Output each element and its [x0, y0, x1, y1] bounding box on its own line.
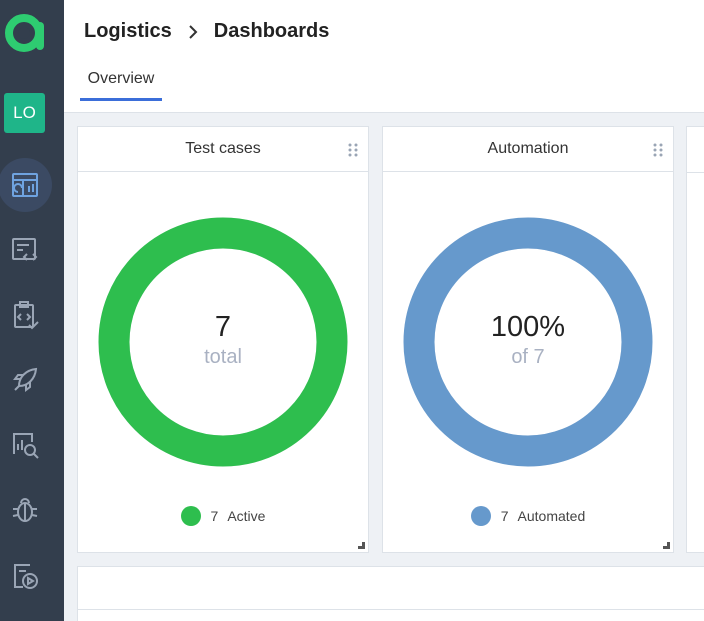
project-badge[interactable]: LO	[4, 93, 45, 133]
dashboard-icon[interactable]	[0, 158, 52, 212]
launches-rocket-icon[interactable]	[0, 353, 50, 407]
legend-count: 7	[210, 508, 219, 524]
test-plans-icon[interactable]	[0, 288, 50, 342]
center-subtitle: of 7	[511, 346, 545, 368]
widget-title: Automation	[487, 140, 569, 157]
center-value: 7	[214, 311, 232, 343]
center-value: 100%	[490, 311, 566, 343]
widget-partial	[686, 126, 704, 553]
breadcrumb-project[interactable]: Logistics	[84, 20, 172, 43]
legend-dot	[180, 506, 201, 526]
legend-label: Active	[227, 508, 266, 524]
drag-handle-icon[interactable]	[653, 143, 663, 157]
divider	[78, 609, 704, 610]
resize-handle-icon[interactable]	[663, 542, 670, 549]
page-header: Logistics Dashboards Overview	[64, 0, 704, 113]
breadcrumb: Logistics Dashboards	[84, 20, 329, 43]
legend-item[interactable]: 7 Active	[78, 506, 368, 526]
widget-title: Test cases	[185, 140, 261, 157]
widget-automation: Automation 100% of 7 7 Automated	[382, 126, 674, 553]
widget-header: Test cases	[78, 127, 368, 172]
sidebar: LO	[0, 0, 64, 621]
breadcrumb-dashboards[interactable]: Dashboards	[214, 20, 330, 43]
widget-bottom	[77, 566, 704, 621]
legend-dot	[470, 506, 491, 526]
widget-test-cases: Test cases 7 total 7 Active	[77, 126, 369, 553]
defects-bug-icon[interactable]	[0, 483, 50, 537]
app-logo-icon[interactable]	[4, 12, 46, 54]
legend-label: Automated	[517, 508, 586, 524]
center-subtitle: total	[204, 346, 242, 368]
tab-overview[interactable]: Overview	[80, 70, 162, 101]
widget-header: Automation	[383, 127, 673, 172]
resize-handle-icon[interactable]	[358, 542, 365, 549]
analytics-search-icon[interactable]	[0, 418, 50, 472]
drag-handle-icon[interactable]	[348, 143, 358, 157]
donut-center: 100% of 7	[402, 216, 654, 468]
legend-count: 7	[500, 508, 509, 524]
chevron-right-icon	[189, 24, 198, 39]
test-cases-icon[interactable]	[0, 223, 50, 277]
legend-item[interactable]: 7 Automated	[383, 506, 673, 526]
divider	[687, 172, 704, 173]
donut-center: 7 total	[97, 216, 349, 468]
test-results-icon[interactable]	[0, 549, 50, 603]
